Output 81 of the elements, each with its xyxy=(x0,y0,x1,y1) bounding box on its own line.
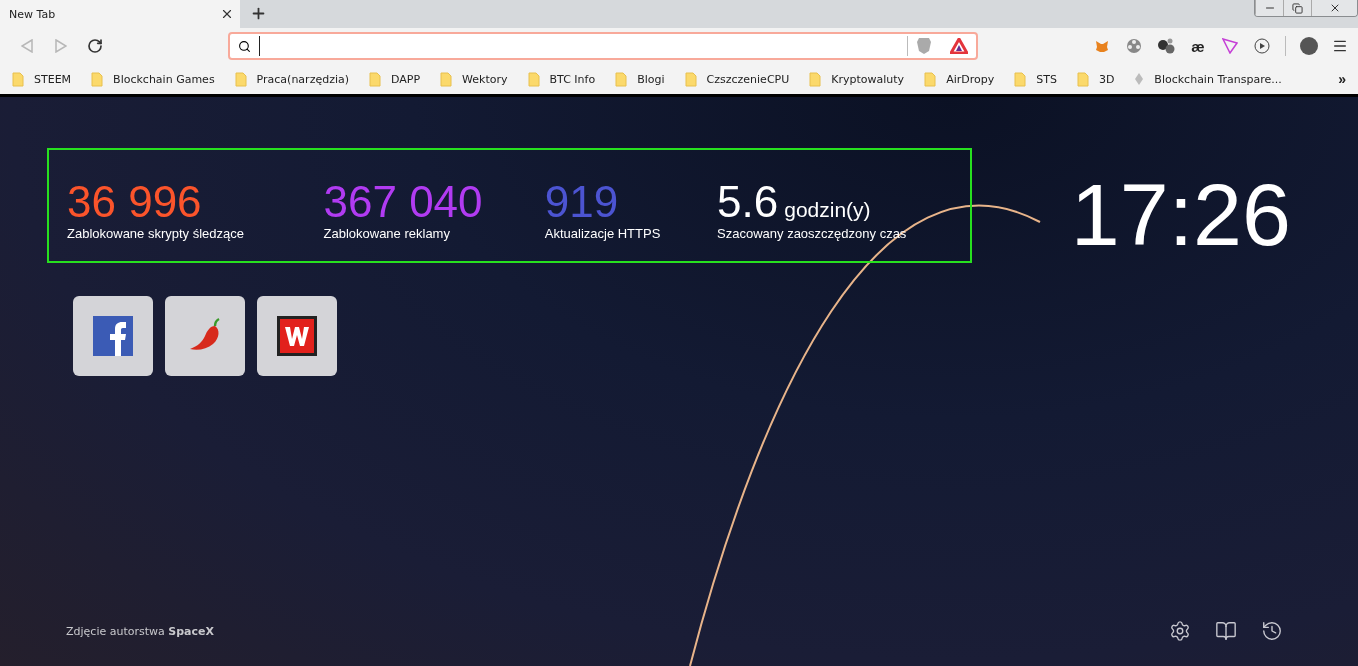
menu-button[interactable] xyxy=(1332,38,1348,54)
folder-icon xyxy=(527,71,540,87)
forward-icon xyxy=(55,39,67,53)
stat-value: 5.6 xyxy=(717,178,779,226)
photo-credit: Zdjęcie autorstwa SpaceX xyxy=(66,624,214,638)
restore-button[interactable] xyxy=(1283,0,1311,16)
settings-button[interactable] xyxy=(1169,620,1191,642)
folder-icon xyxy=(1076,71,1089,87)
stat-value: 367 040 xyxy=(323,178,483,226)
folder-icon xyxy=(615,71,628,87)
top-site-tile[interactable] xyxy=(73,296,153,376)
history-button[interactable] xyxy=(1261,620,1283,642)
bookmark-label: 3D xyxy=(1098,72,1115,86)
folder-icon xyxy=(369,71,381,87)
bookmark-label: Wektory xyxy=(462,72,508,86)
bookmark-link[interactable]: CzszczenieCPU xyxy=(684,71,790,87)
stat-label: Zablokowane reklamy xyxy=(323,226,451,241)
history-icon xyxy=(1261,620,1283,642)
close-tab-button[interactable] xyxy=(220,7,234,21)
extension-button[interactable]: æ xyxy=(1189,37,1207,55)
extension-button[interactable] xyxy=(1253,37,1271,55)
bookmark-link[interactable]: DAPP xyxy=(369,71,421,87)
stat-label: Zablokowane skrypty śledzące xyxy=(67,226,246,241)
bookmark-link[interactable]: STS xyxy=(1014,71,1057,87)
bookmark-label: DAPP xyxy=(391,72,421,86)
folder-icon xyxy=(809,71,822,87)
bookmark-label: BTC Info xyxy=(549,72,596,86)
search-icon xyxy=(237,39,251,53)
bookmark-label: STS xyxy=(1036,72,1057,86)
clock: 17:26 xyxy=(1070,164,1291,266)
reload-icon xyxy=(87,38,103,54)
triangle-icon xyxy=(949,38,968,54)
diamond-icon xyxy=(1134,72,1145,86)
folder-icon xyxy=(440,71,453,87)
book-icon xyxy=(1215,620,1237,642)
top-site-tile[interactable] xyxy=(257,296,337,376)
f-logo-icon xyxy=(93,316,133,356)
minimize-button[interactable] xyxy=(1255,0,1283,16)
bookmark-label: CzszczenieCPU xyxy=(706,72,790,86)
folder-icon xyxy=(234,71,247,87)
bookmark-label: Blockchain Games xyxy=(113,72,215,86)
bookmark-link[interactable]: Kryptowaluty xyxy=(809,71,905,87)
bookmark-link[interactable]: STEEM xyxy=(12,71,72,87)
triangle-icon xyxy=(1222,38,1238,54)
fox-icon xyxy=(1095,39,1109,53)
settings-icon xyxy=(1169,620,1191,642)
lion-shield-icon xyxy=(915,37,932,55)
bookmark-label: AirDropy xyxy=(946,72,995,86)
top-site-tile[interactable] xyxy=(165,296,245,376)
folder-icon xyxy=(91,71,104,87)
bookmark-label: Blogi xyxy=(637,72,665,86)
bookmark-label: STEEM xyxy=(34,72,72,86)
bookmark-link[interactable]: Blockchain Games xyxy=(91,71,215,87)
w-logo-icon xyxy=(277,316,317,356)
restore-icon xyxy=(1292,2,1303,14)
stat-unit: godzin(y) xyxy=(784,198,871,222)
profile-avatar[interactable] xyxy=(1300,37,1318,55)
browser-tab[interactable]: New Tab xyxy=(0,0,240,28)
more-bookmarks-button[interactable]: » xyxy=(1338,71,1346,87)
play-icon xyxy=(1254,38,1270,54)
folder-icon xyxy=(684,71,697,87)
folder-icon xyxy=(1014,71,1027,87)
stat-label: Aktualizacje HTTPS xyxy=(544,226,662,241)
stat-value: 919 xyxy=(544,178,619,226)
bookmark-link[interactable]: Wektory xyxy=(440,71,508,87)
bookmark-link[interactable]: Praca(narzędzia) xyxy=(234,71,349,87)
stat-value: 36 996 xyxy=(67,178,202,226)
bookmark-link[interactable]: BTC Info xyxy=(527,71,596,87)
extension-button[interactable] xyxy=(1157,37,1175,55)
bookmark-link[interactable]: 3D xyxy=(1076,71,1115,87)
new-tab-button[interactable] xyxy=(250,5,267,22)
bookmark-link[interactable]: AirDropy xyxy=(924,71,995,87)
spheres-icon xyxy=(1157,38,1175,54)
bookmark-link[interactable]: Blogi xyxy=(615,71,665,87)
bookmark-label: Kryptowaluty xyxy=(831,72,905,86)
folder-icon xyxy=(924,71,937,87)
bookmarks-button[interactable] xyxy=(1215,620,1237,642)
back-icon xyxy=(21,39,33,53)
film-reel-icon xyxy=(1126,38,1142,54)
bookmark-label: Praca(narzędzia) xyxy=(256,72,349,86)
folder-icon xyxy=(12,71,24,87)
